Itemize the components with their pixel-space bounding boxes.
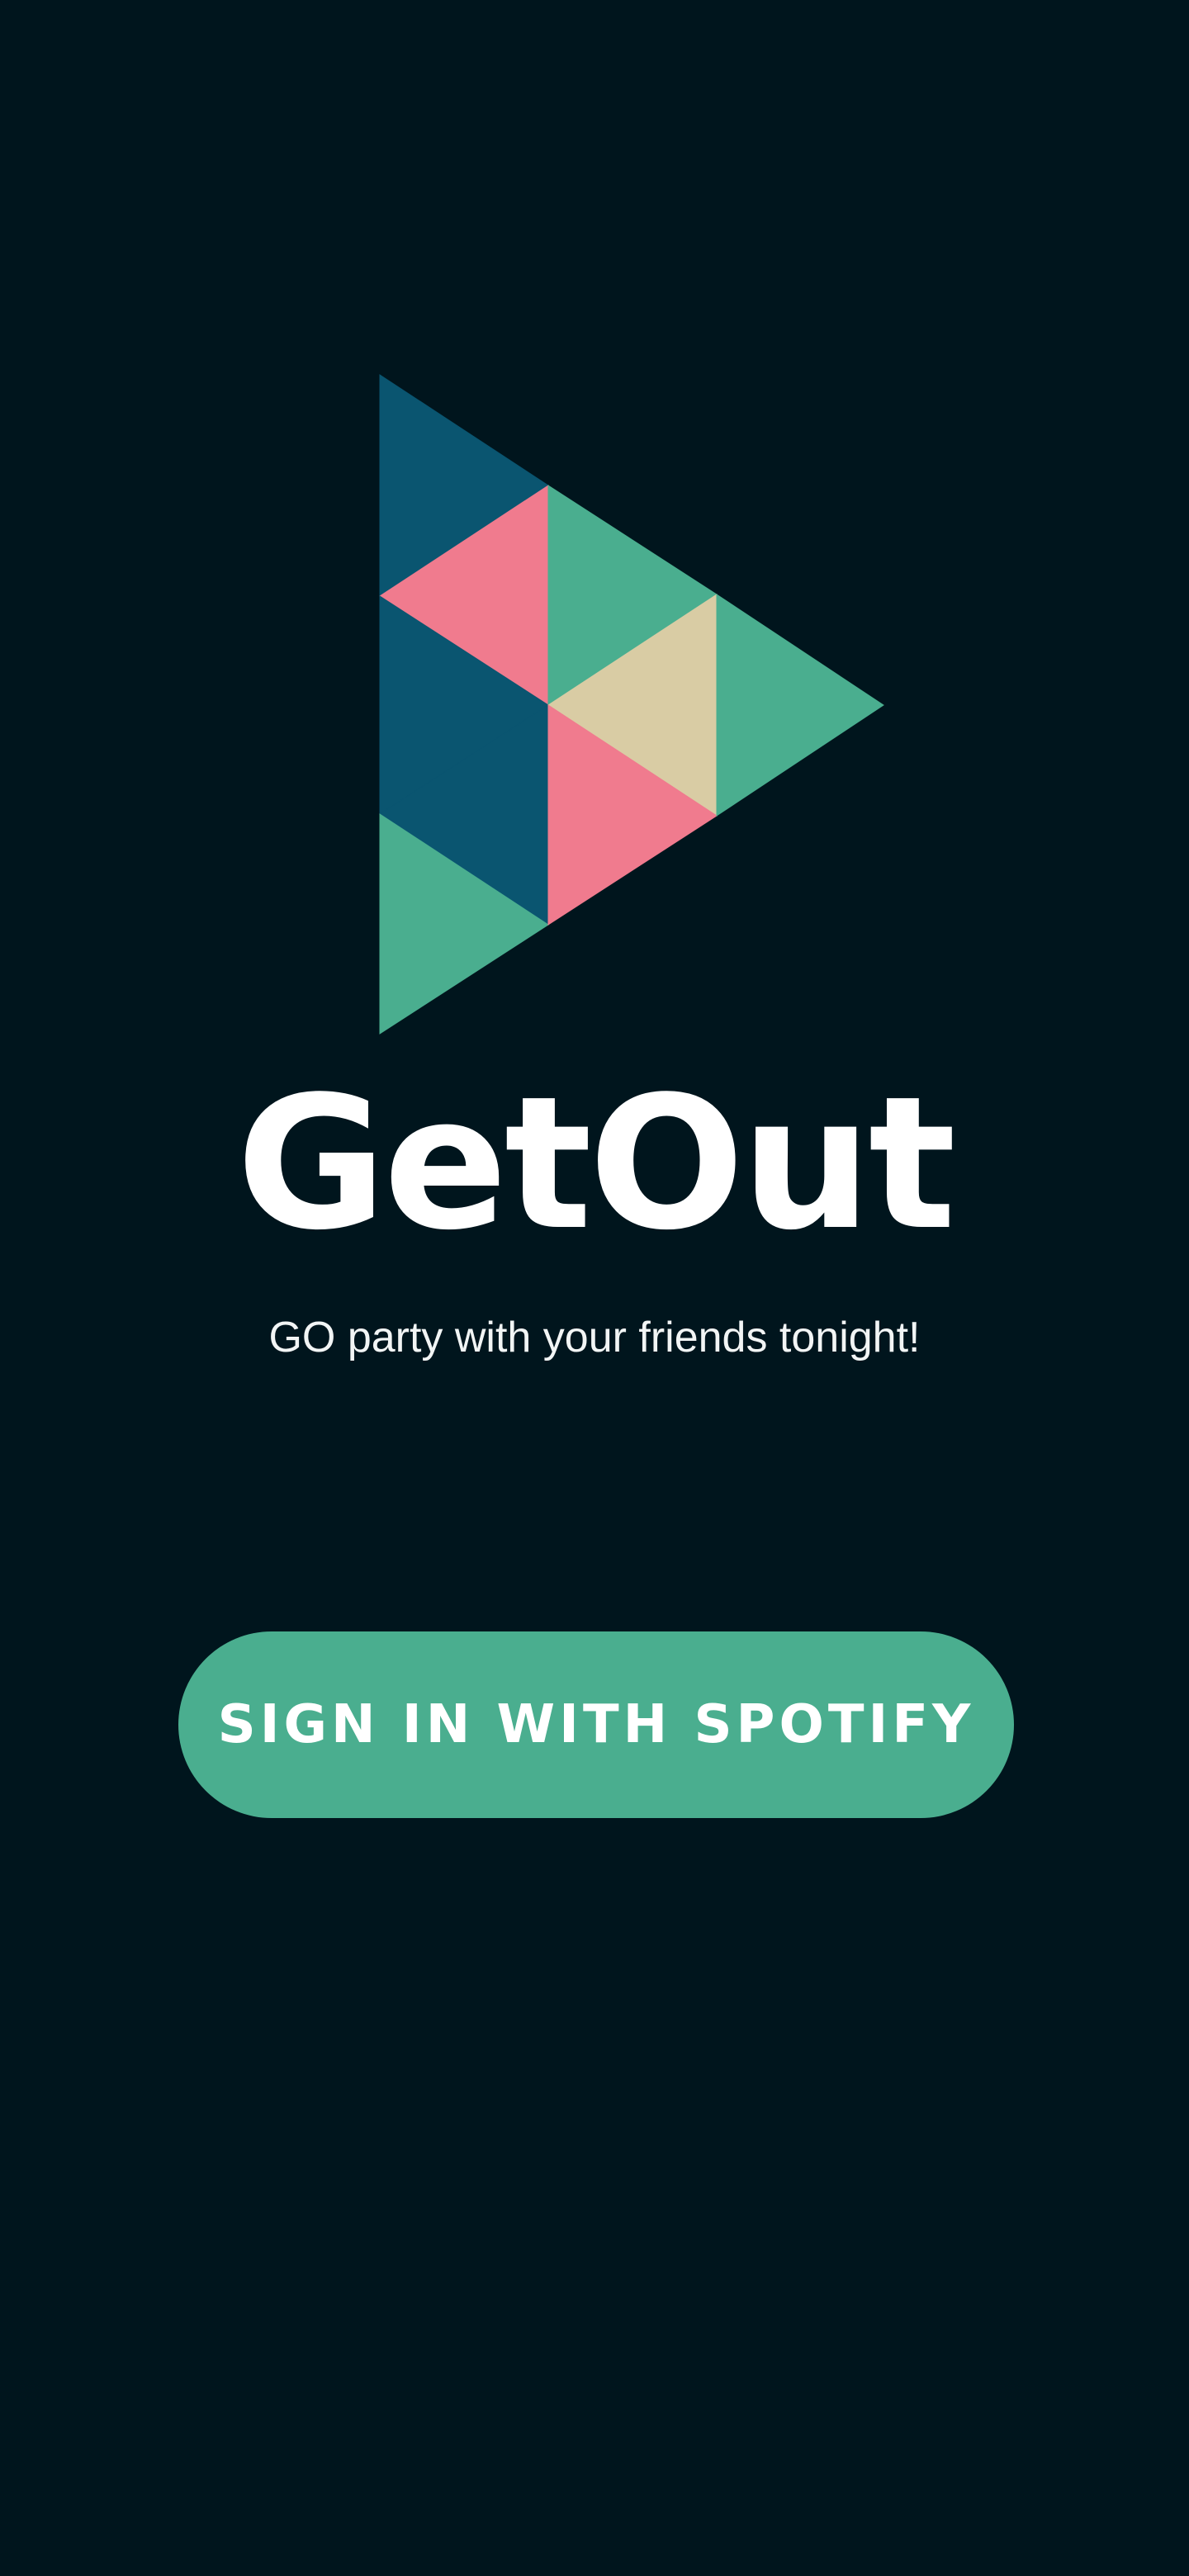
- sign-in-button-label: SIGN IN WITH SPOTIFY: [217, 1694, 975, 1755]
- logo-tile-green-tip: [716, 594, 884, 817]
- sign-in-with-spotify-button[interactable]: SIGN IN WITH SPOTIFY: [178, 1631, 1014, 1818]
- play-triangle-mosaic-icon: [379, 374, 884, 1035]
- app-title: GetOut: [236, 1058, 956, 1271]
- getout-logo-icon: [378, 373, 885, 1035]
- app-tagline: GO party with your friends tonight!: [268, 1314, 921, 1361]
- splash-screen: GetOut GO party with your friends tonigh…: [0, 0, 1189, 2576]
